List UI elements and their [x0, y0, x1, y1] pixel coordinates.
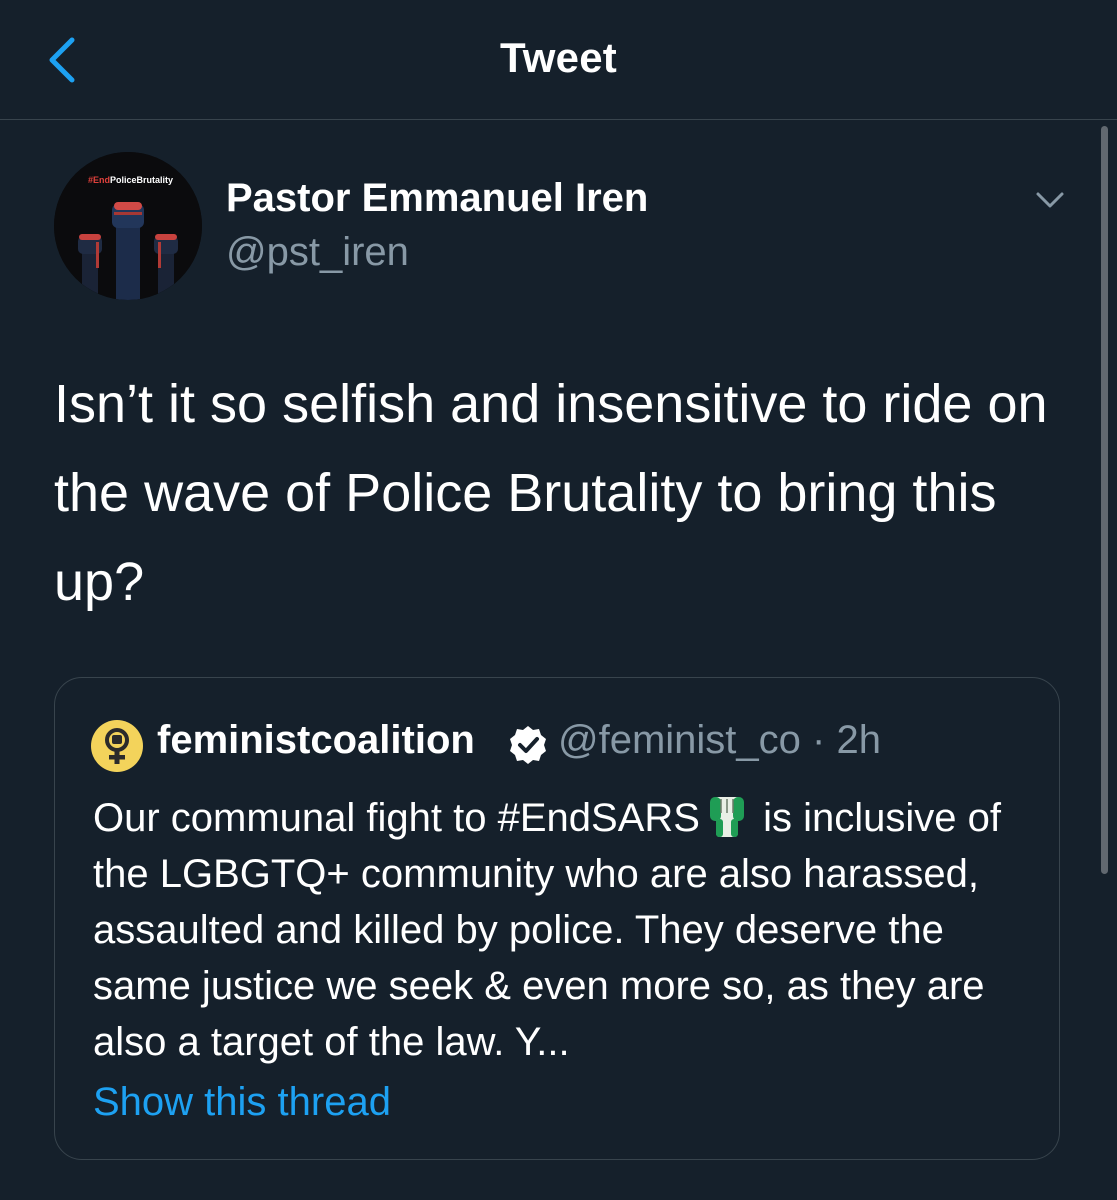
verified-badge-icon	[510, 726, 546, 764]
tweet-detail-screen: Tweet #EndPoliceBrutality Pastor Emmanue…	[0, 0, 1117, 1200]
author-avatar[interactable]: #EndPoliceBrutality	[54, 152, 202, 300]
nav-header: Tweet	[0, 0, 1117, 120]
page-title: Tweet	[500, 34, 617, 81]
quoted-author-name[interactable]: feministcoalition	[157, 718, 475, 763]
meta-separator: ·	[812, 718, 826, 762]
quoted-timestamp[interactable]: 2h	[837, 718, 882, 762]
svg-text:#EndPoliceBrutality: #EndPoliceBrutality	[88, 175, 173, 185]
quoted-tweet-text: Our communal fight to #EndSARS is inclus…	[93, 790, 1033, 1070]
quoted-author-handle[interactable]: @feminist_co	[558, 718, 801, 762]
chevron-down-icon	[1036, 192, 1064, 208]
raised-fists-avatar-image: #EndPoliceBrutality	[54, 152, 202, 300]
author-display-name[interactable]: Pastor Emmanuel Iren	[226, 176, 648, 221]
scrollbar[interactable]	[1101, 126, 1108, 874]
show-thread-link[interactable]: Show this thread	[93, 1080, 391, 1125]
quoted-tweet-card[interactable]: feministcoalition @feminist_co · 2h Our …	[54, 677, 1060, 1160]
author-handle[interactable]: @pst_iren	[226, 230, 409, 275]
quoted-author-meta: @feminist_co · 2h	[558, 718, 881, 763]
tweet-text: Isn’t it so selfish and insensitive to r…	[54, 374, 1048, 612]
feminist-fist-icon	[105, 728, 129, 764]
tweet-menu-button[interactable]	[1030, 180, 1070, 220]
raised-fist-emoji-icon	[709, 797, 744, 837]
quoted-author-avatar[interactable]	[91, 720, 143, 772]
quoted-text-part-1: Our communal fight to #EndSARS	[93, 796, 700, 840]
